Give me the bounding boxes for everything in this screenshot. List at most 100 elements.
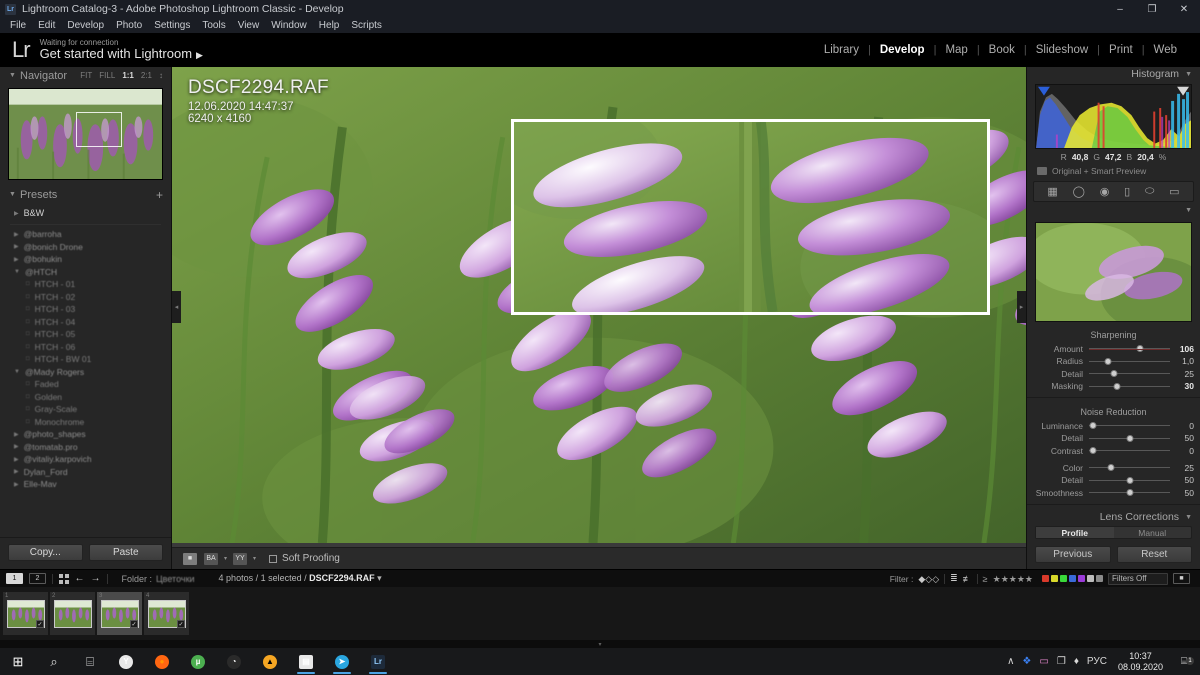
view-screen-2-button[interactable]: 2 [29,573,46,585]
lens-corrections-header[interactable]: Lens Corrections ▼ [1027,510,1200,525]
preset-twisty-icon[interactable]: ▶ [14,243,19,250]
preset-twisty-icon[interactable]: ▶ [14,443,19,450]
preset-item[interactable]: ▼ @Mady Rogers [0,366,171,379]
preset-twisty-icon[interactable]: ▼ [14,269,20,275]
slider-value[interactable]: 0 [1170,446,1194,456]
preset-bullet-icon[interactable]: □ [26,394,30,400]
start-button[interactable]: ⊞ [0,648,36,675]
develop-tool-4-icon[interactable]: ▯ [1124,185,1130,198]
color-label-filter-2[interactable] [1051,575,1058,583]
slider-knob[interactable] [1089,422,1097,430]
disk-save-button[interactable]: ▤ [288,648,324,675]
preset-item[interactable]: □ Monochrome [0,416,171,429]
task-view-button[interactable]: ⌸ [72,648,108,675]
sort-descending-icon[interactable]: ≢ [963,574,972,584]
menu-item-view[interactable]: View [232,20,266,31]
view-screen-1-button[interactable]: 1 [6,573,23,585]
navigator-header[interactable]: ▼ Navigator FIT FILL 1:1 2:1 ↕ [0,67,171,84]
slider-masking[interactable]: Masking 30 [1027,380,1200,393]
connection-status[interactable]: Waiting for connection Get started with … [40,38,203,62]
preset-item[interactable]: ▶ @bonich Drone [0,241,171,254]
star-filter-5-icon[interactable]: ★ [1025,574,1033,584]
preset-item[interactable]: ▶ B&W [0,205,171,221]
slider-knob[interactable] [1126,489,1133,497]
slider-amount[interactable]: Amount 106 [1027,342,1200,355]
preset-item[interactable]: ▼ @HTCH [0,266,171,279]
preset-bullet-icon[interactable]: □ [26,356,30,362]
amd-button[interactable]: ▲ [252,648,288,675]
slider-track[interactable] [1089,475,1170,485]
slider-radius[interactable]: Radius 1,0 [1027,355,1200,368]
slider-track[interactable] [1089,356,1170,366]
slider-knob[interactable] [1126,476,1133,484]
slider-knob[interactable] [1126,434,1133,442]
slider-track[interactable] [1089,463,1170,473]
menu-item-photo[interactable]: Photo [110,20,148,31]
notification-center-button[interactable]: ⌸ 1 [1174,656,1194,667]
filter-lock-button[interactable]: ■ [1173,573,1190,585]
navigator-preview[interactable] [8,88,163,180]
slider-track[interactable] [1089,446,1170,456]
preset-bullet-icon[interactable]: □ [26,381,30,387]
menu-item-edit[interactable]: Edit [32,20,61,31]
tray-chevron-icon[interactable]: ∧ [1007,656,1014,667]
detail-header[interactable]: ▼ [1027,204,1200,219]
paste-button[interactable]: Paste [88,544,163,562]
preset-twisty-icon[interactable]: ▶ [14,481,19,488]
menu-item-help[interactable]: Help [313,20,346,31]
slider-value[interactable]: 25 [1170,463,1194,473]
module-develop[interactable]: Develop [871,44,934,56]
firefox-button[interactable]: ● [144,648,180,675]
preset-item[interactable]: □ HTCH - 03 [0,303,171,316]
slider-value[interactable]: 50 [1170,433,1194,443]
slider-value[interactable]: 1,0 [1170,356,1194,366]
selection-caret-icon[interactable]: ▾ [377,573,382,583]
slider-knob[interactable] [1136,345,1144,353]
preset-item[interactable]: □ HTCH - BW 01 [0,353,171,366]
preset-item[interactable]: ▶ @photo_shapes [0,428,171,441]
reset-button[interactable]: Reset [1116,546,1192,564]
copy-button[interactable]: Copy... [8,544,83,562]
slider-knob[interactable] [1089,447,1097,455]
slider-track[interactable] [1089,421,1170,431]
preset-item[interactable]: ▶ @tomatab.pro [0,441,171,454]
slider-contrast[interactable]: Contrast 0 [1027,444,1200,457]
develop-tool-3-icon[interactable]: ◉ [1100,185,1110,198]
color-label-filter-4[interactable] [1069,575,1076,583]
forward-arrow-icon[interactable]: → [91,573,101,584]
menu-item-window[interactable]: Window [265,20,313,31]
preset-twisty-icon[interactable]: ▶ [14,231,19,238]
preset-item[interactable]: □ HTCH - 02 [0,291,171,304]
preset-twisty-icon[interactable]: ▼ [14,369,20,375]
zoom-level-fill[interactable]: FILL [99,71,115,80]
slider-track[interactable] [1089,433,1170,443]
star-filter-3-icon[interactable]: ★ [1009,574,1017,584]
preset-item[interactable]: □ HTCH - 06 [0,341,171,354]
preset-bullet-icon[interactable]: □ [26,306,30,312]
slider-detail[interactable]: Detail 50 [1027,432,1200,445]
preset-item[interactable]: ▶ Dylan_Ford [0,466,171,479]
module-slideshow[interactable]: Slideshow [1027,44,1097,56]
slider-value[interactable]: 50 [1170,475,1194,485]
star-filter-4-icon[interactable]: ★ [1017,574,1025,584]
module-print[interactable]: Print [1100,44,1142,56]
preset-twisty-icon[interactable]: ▶ [14,210,19,217]
preset-bullet-icon[interactable]: □ [26,294,30,300]
preset-bullet-icon[interactable]: □ [26,419,30,425]
sort-ascending-icon[interactable]: ≣ [950,573,958,584]
preset-item[interactable]: □ Golden [0,391,171,404]
menu-item-develop[interactable]: Develop [61,20,110,31]
slider-knob[interactable] [1110,370,1118,378]
lens-tab-profile[interactable]: Profile [1036,527,1114,539]
loupe-view-button[interactable]: ■ [182,551,198,566]
color-label-filter-5[interactable] [1078,575,1085,583]
star-filter-1-icon[interactable]: ★ [993,574,1001,584]
preset-item[interactable]: ▶ @bohukin [0,253,171,266]
slider-track[interactable] [1089,369,1170,379]
loupe-zoom-overlay[interactable] [511,119,990,315]
previous-button[interactable]: Previous [1035,546,1111,564]
module-library[interactable]: Library [815,44,868,56]
lens-tab-manual[interactable]: Manual [1114,527,1192,538]
add-preset-icon[interactable]: + [156,188,163,202]
preset-item[interactable]: ▶ @vitaliy.karpovich [0,453,171,466]
